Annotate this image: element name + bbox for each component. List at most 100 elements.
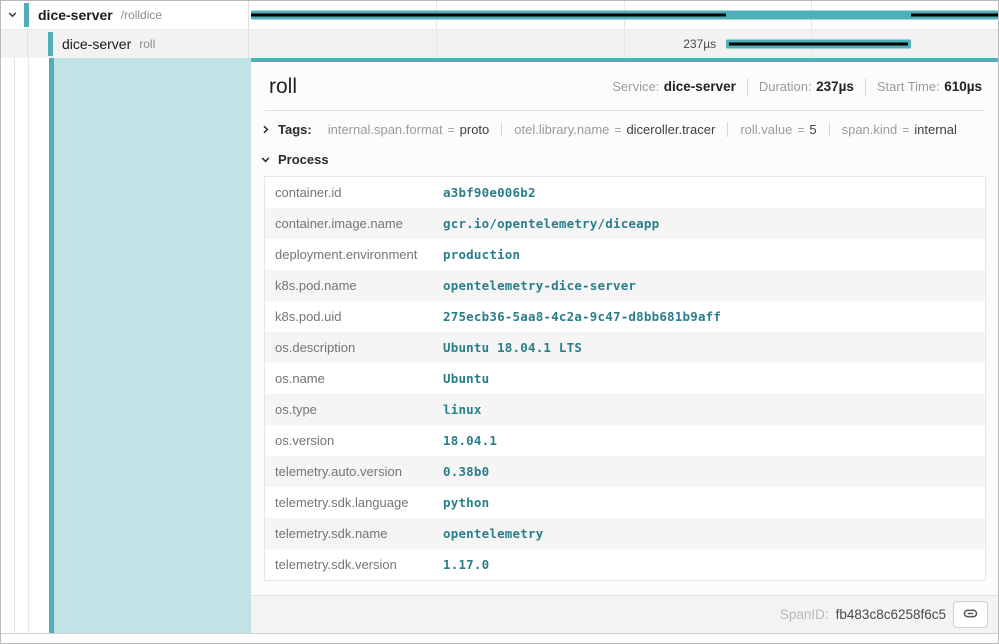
span-bar-stripe	[729, 43, 908, 46]
tags-section-label: Tags:	[278, 122, 312, 137]
link-icon	[962, 605, 979, 625]
process-section-label: Process	[278, 152, 329, 167]
attribute-key: k8s.pod.name	[265, 270, 433, 301]
operation-name: roll	[139, 37, 155, 51]
attribute-value: gcr.io/opentelemetry/diceapp	[433, 208, 985, 239]
span-detail-row: roll Service: dice-server Duration: 237µ…	[1, 58, 998, 633]
timeline-gridline	[436, 30, 437, 58]
span-color-bar	[48, 32, 53, 56]
service-name: dice-server	[62, 36, 131, 52]
timeline-area[interactable]: 237µs	[249, 30, 998, 58]
attribute-key: telemetry.sdk.name	[265, 518, 433, 549]
attribute-key: os.name	[265, 363, 433, 394]
chevron-right-icon	[260, 124, 271, 135]
process-attribute-row: os.name Ubuntu	[265, 363, 985, 394]
process-attribute-row: container.image.name gcr.io/opentelemetr…	[265, 208, 985, 239]
overview-stat: Start Time: 610µs	[865, 78, 982, 96]
attribute-key: telemetry.sdk.version	[265, 549, 433, 580]
attribute-value: a3bf90e006b2	[433, 177, 985, 208]
attribute-value: 275ecb36-5aa8-4c2a-9c47-d8bb681b9aff	[433, 301, 985, 332]
timeline-area[interactable]	[249, 1, 998, 29]
overview-stat-label: Duration:	[759, 79, 812, 94]
attribute-value: opentelemetry-dice-server	[433, 270, 985, 301]
attribute-value: Ubuntu 18.04.1 LTS	[433, 332, 985, 363]
process-attribute-row: k8s.pod.uid 275ecb36-5aa8-4c2a-9c47-d8bb…	[265, 301, 985, 332]
tag-key: span.kind	[842, 122, 898, 137]
span-color-bar	[24, 3, 29, 27]
operation-name: /rolldice	[121, 8, 162, 22]
tag-summary-item: span.kind = internal	[829, 122, 969, 137]
span-detail-footer: SpanID: fb483c8c6258f6c5	[251, 595, 998, 633]
attribute-key: os.version	[265, 425, 433, 456]
tag-summary-item: otel.library.name = diceroller.tracer	[501, 122, 727, 137]
overview-stat: Service: dice-server	[601, 78, 746, 96]
overview-stat-value: 610µs	[944, 79, 982, 94]
attribute-value: 1.17.0	[433, 549, 985, 580]
chevron-down-icon	[7, 8, 18, 23]
chevron-down-icon	[260, 154, 271, 165]
tag-equals-sign: =	[902, 123, 909, 137]
span-bar-rolldice[interactable]	[251, 11, 998, 20]
timeline-gridline	[624, 30, 625, 58]
tag-summary-item: internal.span.format=proto	[316, 122, 502, 137]
selected-span-highlight	[54, 58, 251, 633]
spanid-value: fb483c8c6258f6c5	[836, 607, 946, 622]
attribute-key: os.type	[265, 394, 433, 425]
process-attribute-row: os.description Ubuntu 18.04.1 LTS	[265, 332, 985, 363]
span-duration-label: 237µs	[683, 37, 716, 51]
service-name: dice-server	[38, 7, 113, 23]
tag-equals-sign: =	[614, 123, 621, 137]
child-span-marker	[911, 14, 998, 17]
process-attribute-row: os.type linux	[265, 394, 985, 425]
process-section-header[interactable]: Process	[251, 143, 998, 173]
overview-stat-label: Service:	[612, 79, 659, 94]
tree-indent-guide	[28, 58, 29, 633]
tag-key: otel.library.name	[514, 122, 609, 137]
attribute-value: 0.38b0	[433, 456, 985, 487]
attribute-key: deployment.environment	[265, 239, 433, 270]
attribute-key: k8s.pod.uid	[265, 301, 433, 332]
process-attribute-row: telemetry.auto.version 0.38b0	[265, 456, 985, 487]
process-attributes-table: container.id a3bf90e006b2 container.imag…	[264, 176, 986, 581]
copy-span-link-button[interactable]	[953, 601, 988, 628]
tags-section-header[interactable]: Tags: internal.span.format=proto otel.li…	[251, 111, 998, 143]
span-overview-stats: Service: dice-server Duration: 237µs Sta…	[601, 78, 982, 96]
attribute-value: production	[433, 239, 985, 270]
process-attribute-row: telemetry.sdk.version 1.17.0	[265, 549, 985, 580]
tag-summary-item: roll.value=5	[727, 122, 828, 137]
attribute-key: os.description	[265, 332, 433, 363]
overview-stat-value: 237µs	[816, 79, 854, 94]
tag-key: roll.value	[740, 122, 792, 137]
span-detail-card: roll Service: dice-server Duration: 237µ…	[251, 58, 998, 633]
tag-value: internal	[914, 122, 957, 137]
attribute-value: opentelemetry	[433, 518, 985, 549]
span-name-column[interactable]: dice-server /rolldice	[1, 1, 249, 29]
process-attribute-row: telemetry.sdk.language python	[265, 487, 985, 518]
span-name-column[interactable]: dice-server roll	[1, 30, 249, 58]
bottom-spacer	[1, 633, 998, 643]
process-attribute-row: deployment.environment production	[265, 239, 985, 270]
attribute-value: linux	[433, 394, 985, 425]
overview-stat: Duration: 237µs	[747, 78, 865, 96]
process-attribute-row: os.version 18.04.1	[265, 425, 985, 456]
attribute-key: telemetry.sdk.language	[265, 487, 433, 518]
tag-equals-sign: =	[448, 123, 455, 137]
tag-value: 5	[809, 122, 816, 137]
span-row-rolldice[interactable]: dice-server /rolldice	[1, 1, 998, 30]
attribute-value: Ubuntu	[433, 363, 985, 394]
child-span-marker	[251, 14, 726, 17]
attribute-key: telemetry.auto.version	[265, 456, 433, 487]
attribute-key: container.image.name	[265, 208, 433, 239]
collapse-children-button[interactable]	[7, 8, 18, 23]
process-attribute-row: telemetry.sdk.name opentelemetry	[265, 518, 985, 549]
span-row-roll-selected[interactable]: dice-server roll 237µs	[1, 30, 998, 58]
overview-stat-value: dice-server	[664, 79, 736, 94]
span-operation-title: roll	[269, 75, 297, 99]
process-attribute-row: k8s.pod.name opentelemetry-dice-server	[265, 270, 985, 301]
process-attribute-row: container.id a3bf90e006b2	[265, 177, 985, 208]
attribute-value: 18.04.1	[433, 425, 985, 456]
tag-key: internal.span.format	[328, 122, 443, 137]
tag-value: diceroller.tracer	[626, 122, 715, 137]
span-bar-roll[interactable]	[726, 40, 911, 49]
spanid-label: SpanID:	[780, 607, 829, 622]
